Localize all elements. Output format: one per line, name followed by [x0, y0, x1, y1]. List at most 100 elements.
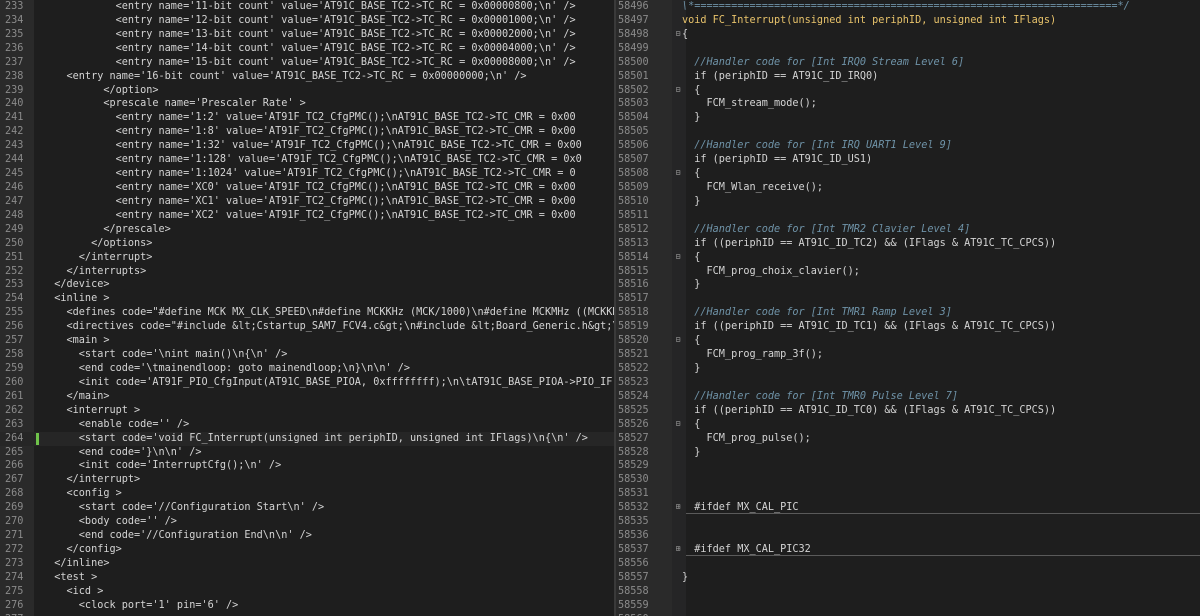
code-line[interactable]: 58503 FCM_stream_mode(); — [616, 97, 1200, 111]
code-line[interactable]: 260 <init code='AT91F_PIO_CfgInput(AT91C… — [0, 376, 614, 390]
code-line[interactable]: 58514 ⊟ { — [616, 251, 1200, 265]
code-line[interactable]: 243 <entry name='1:32' value='AT91F_TC2_… — [0, 139, 614, 153]
code-line[interactable]: 256 <directives code="#include &lt;Cstar… — [0, 320, 614, 334]
code-line[interactable]: 58504 } — [616, 111, 1200, 125]
code-line[interactable]: 234 <entry name='12-bit count' value='AT… — [0, 14, 614, 28]
code-line[interactable]: 244 <entry name='1:128' value='AT91F_TC2… — [0, 153, 614, 167]
code-line[interactable]: 245 <entry name='1:1024' value='AT91F_TC… — [0, 167, 614, 181]
code-line[interactable]: 240 <prescale name='Prescaler Rate' > — [0, 97, 614, 111]
code-line[interactable]: 58500 //Handler code for [Int IRQ0 Strea… — [616, 56, 1200, 70]
fold-expand-icon[interactable]: ⊞ — [674, 544, 682, 553]
code-line[interactable]: 58498 ⊟{ — [616, 28, 1200, 42]
code-line[interactable]: 58509 FCM_Wlan_receive(); — [616, 181, 1200, 195]
code-line[interactable]: 277 — [0, 613, 614, 616]
code-line[interactable]: 236 <entry name='14-bit count' value='AT… — [0, 42, 614, 56]
fold-expand-icon[interactable]: ⊞ — [674, 503, 682, 511]
code-line[interactable]: 58519 if ((periphID == AT91C_ID_TC1) && … — [616, 320, 1200, 334]
code-line[interactable]: 276 <clock port='1' pin='6' /> — [0, 599, 614, 613]
code-line[interactable]: 258 <start code='\nint main()\n{\n' /> — [0, 348, 614, 362]
code-line[interactable]: 275 <icd > — [0, 585, 614, 599]
code-line[interactable]: 273 </inline> — [0, 557, 614, 571]
code-line[interactable]: 267 </interrupt> — [0, 473, 614, 487]
code-line[interactable]: 58518 //Handler code for [Int TMR1 Ramp … — [616, 306, 1200, 320]
code-line[interactable]: 58502 ⊟ { — [616, 84, 1200, 98]
code-line[interactable]: 250 </options> — [0, 237, 614, 251]
code-line[interactable]: 263 <enable code='' /> — [0, 418, 614, 432]
code-line[interactable]: 58537 ⊞ #ifdef MX_CAL_PIC32 — [616, 543, 1200, 557]
code-line[interactable]: 58497 void FC_Interrupt(unsigned int peri… — [616, 14, 1200, 28]
code-line[interactable]: 253 </device> — [0, 278, 614, 292]
code-line[interactable]: 272 </config> — [0, 543, 614, 557]
code-line[interactable]: 58560 — [616, 613, 1200, 616]
code-line[interactable]: 58522 } — [616, 362, 1200, 376]
code-line[interactable]: 254 <inline > — [0, 292, 614, 306]
code-line[interactable]: 58528 } — [616, 446, 1200, 460]
code-line[interactable]: 265 <end code='}\n\n' /> — [0, 446, 614, 460]
right-editor-pane[interactable]: 58496 \*=================================… — [616, 0, 1200, 616]
code-line[interactable]: 58513 if ((periphID == AT91C_ID_TC2) && … — [616, 237, 1200, 251]
code-line[interactable]: 58557} — [616, 571, 1200, 585]
code-line[interactable]: 241 <entry name='1:2' value='AT91F_TC2_C… — [0, 111, 614, 125]
code-line[interactable]: 58523 — [616, 376, 1200, 390]
code-line[interactable]: 233 <entry name='11-bit count' value='AT… — [0, 0, 614, 14]
code-line[interactable]: 58525 if ((periphID == AT91C_ID_TC0) && … — [616, 404, 1200, 418]
code-line[interactable]: 255 <defines code="#define MCK MX_CLK_SP… — [0, 306, 614, 320]
code-line[interactable]: 58517 — [616, 292, 1200, 306]
code-line[interactable]: 58510 } — [616, 195, 1200, 209]
code-line[interactable]: 261 </main> — [0, 390, 614, 404]
code-line[interactable]: 271 <end code='//Configuration End\n\n' … — [0, 529, 614, 543]
code-line[interactable]: 58526 ⊟ { — [616, 418, 1200, 432]
code-line[interactable]: 58508 ⊟ { — [616, 167, 1200, 181]
code-line[interactable]: 274 <test > — [0, 571, 614, 585]
code-line[interactable]: 58529 — [616, 459, 1200, 473]
code-line[interactable]: 58515 FCM_prog_choix_clavier(); — [616, 265, 1200, 279]
code-line[interactable]: 262 <interrupt > — [0, 404, 614, 418]
code-line[interactable]: 242 <entry name='1:8' value='AT91F_TC2_C… — [0, 125, 614, 139]
code-line[interactable]: 270 <body code='' /> — [0, 515, 614, 529]
code-line[interactable]: 247 <entry name='XC1' value='AT91F_TC2_C… — [0, 195, 614, 209]
code-line[interactable]: 246 <entry name='XC0' value='AT91F_TC2_C… — [0, 181, 614, 195]
code-line[interactable]: 58524 //Handler code for [Int TMR0 Pulse… — [616, 390, 1200, 404]
code-line[interactable]: 58501 if (periphID == AT91C_ID_IRQ0) — [616, 70, 1200, 84]
code-line[interactable]: 58530 — [616, 473, 1200, 487]
code-line[interactable]: 235 <entry name='13-bit count' value='AT… — [0, 28, 614, 42]
code-line[interactable]: 239 </option> — [0, 84, 614, 98]
code-line[interactable]: 58536 — [616, 529, 1200, 543]
code-line[interactable]: 237 <entry name='15-bit count' value='AT… — [0, 56, 614, 70]
code-line[interactable]: 58520 ⊟ { — [616, 334, 1200, 348]
code-line[interactable]: 268 <config > — [0, 487, 614, 501]
code-line[interactable]: 58556 — [616, 557, 1200, 571]
code-line[interactable]: 58511 — [616, 209, 1200, 223]
code-line[interactable]: 259 <end code='\tmainendloop: goto maine… — [0, 362, 614, 376]
code-line[interactable]: 249 </prescale> — [0, 223, 614, 237]
fold-collapse-icon[interactable]: ⊟ — [674, 85, 682, 94]
code-line[interactable]: 269 <start code='//Configuration Start\n… — [0, 501, 614, 515]
code-line[interactable]: 251 </interrupt> — [0, 251, 614, 265]
code-line[interactable]: 58521 FCM_prog_ramp_3f(); — [616, 348, 1200, 362]
code-line[interactable]: 238 <entry name='16-bit count' value='AT… — [0, 70, 614, 84]
fold-collapse-icon[interactable]: ⊟ — [674, 29, 682, 38]
code-line[interactable]: 58516 } — [616, 278, 1200, 292]
code-line[interactable]: 248 <entry name='XC2' value='AT91F_TC2_C… — [0, 209, 614, 223]
code-line[interactable]: 264 <start code='void FC_Interrupt(unsig… — [0, 431, 614, 446]
code-line[interactable]: 58531 — [616, 487, 1200, 501]
code-line[interactable]: 58499 — [616, 42, 1200, 56]
code-line[interactable]: 58512 //Handler code for [Int TMR2 Clavi… — [616, 223, 1200, 237]
code-line[interactable]: 266 <init code='InterruptCfg();\n' /> — [0, 459, 614, 473]
code-line[interactable]: 58496 \*=================================… — [616, 0, 1200, 14]
fold-collapse-icon[interactable]: ⊟ — [674, 419, 682, 428]
code-line[interactable]: 58507 if (periphID == AT91C_ID_US1) — [616, 153, 1200, 167]
code-line[interactable]: 58527 FCM_prog_pulse(); — [616, 432, 1200, 446]
code-line[interactable]: 257 <main > — [0, 334, 614, 348]
left-editor-pane[interactable]: 233 <entry name='11-bit count' value='AT… — [0, 0, 614, 616]
fold-collapse-icon[interactable]: ⊟ — [674, 252, 682, 261]
fold-collapse-icon[interactable]: ⊟ — [674, 169, 682, 177]
code-line[interactable]: 58532 ⊞ #ifdef MX_CAL_PIC — [616, 501, 1200, 515]
code-line[interactable]: 58558 — [616, 585, 1200, 599]
code-line[interactable]: 58559 — [616, 599, 1200, 613]
code-line[interactable]: 58506 //Handler code for [Int IRQ UART1 … — [616, 139, 1200, 153]
code-line[interactable]: 58505 — [616, 125, 1200, 139]
code-line[interactable]: 58535 — [616, 515, 1200, 529]
code-line[interactable]: 252 </interrupts> — [0, 265, 614, 279]
fold-collapse-icon[interactable]: ⊟ — [674, 336, 682, 344]
